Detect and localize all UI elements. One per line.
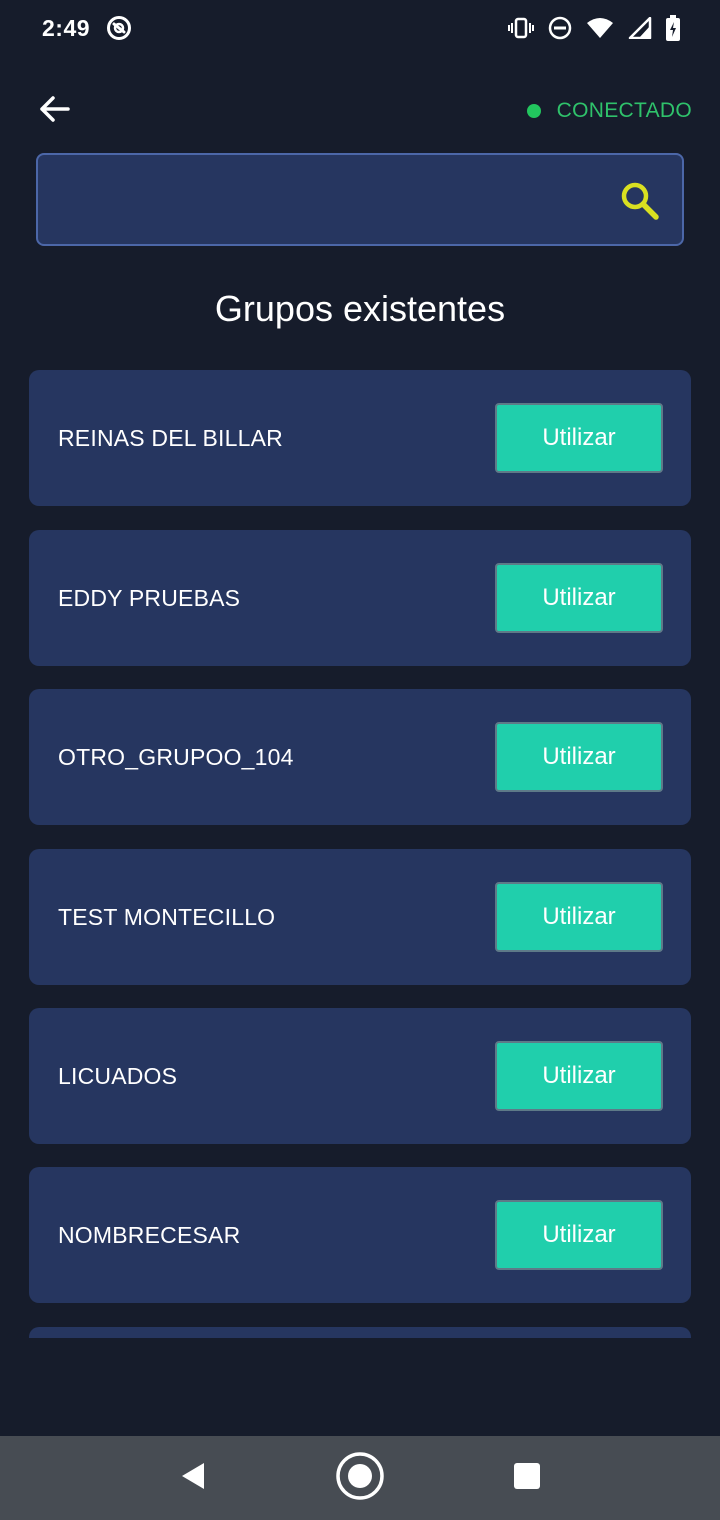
- at-sign-icon: [106, 15, 132, 41]
- do-not-disturb-icon: [548, 16, 572, 40]
- use-group-button[interactable]: Utilizar: [495, 1041, 663, 1111]
- group-name: NOMBRECESAR: [58, 1221, 241, 1248]
- list-item: LICUADOS Utilizar: [29, 1008, 691, 1144]
- nav-recents-button[interactable]: [497, 1448, 557, 1508]
- screen: 2:49 CONECTADO Grupos existentes REINAS …: [0, 0, 720, 1520]
- back-button[interactable]: [36, 93, 72, 129]
- cellular-signal-icon: [628, 17, 652, 39]
- list-item: TEST MONTECILLO Utilizar: [29, 849, 691, 985]
- triangle-back-icon: [179, 1461, 207, 1496]
- group-name: TEST MONTECILLO: [58, 903, 276, 930]
- wifi-icon: [586, 17, 614, 39]
- circle-home-icon: [335, 1451, 385, 1506]
- list-item: REINAS DEL BILLAR Utilizar: [29, 370, 691, 506]
- arrow-left-icon: [38, 95, 70, 128]
- list-item: OTRO_GRUPOO_104 Utilizar: [29, 689, 691, 825]
- group-list[interactable]: REINAS DEL BILLAR Utilizar EDDY PRUEBAS …: [29, 370, 691, 1338]
- connection-status-label: CONECTADO: [556, 99, 692, 122]
- list-item-partial: [29, 1327, 691, 1338]
- use-group-button[interactable]: Utilizar: [495, 403, 663, 473]
- group-name: OTRO_GRUPOO_104: [58, 743, 294, 770]
- top-bar: CONECTADO: [0, 80, 720, 142]
- list-item: NOMBRECESAR Utilizar: [29, 1167, 691, 1303]
- search-box: [36, 153, 684, 246]
- search-input[interactable]: [56, 155, 616, 244]
- battery-charging-icon: [666, 15, 680, 41]
- vibrate-icon: [508, 17, 534, 39]
- status-dot-icon: [526, 104, 541, 118]
- group-name: REINAS DEL BILLAR: [58, 424, 283, 451]
- nav-home-button[interactable]: [330, 1448, 390, 1508]
- page-title: Grupos existentes: [214, 288, 506, 329]
- group-name: EDDY PRUEBAS: [58, 584, 241, 611]
- system-nav-bar: [0, 1436, 720, 1520]
- square-recents-icon: [513, 1462, 541, 1495]
- use-group-button[interactable]: Utilizar: [495, 1200, 663, 1270]
- status-time: 2:49: [42, 14, 91, 41]
- search-icon[interactable]: [620, 181, 660, 221]
- list-item: EDDY PRUEBAS Utilizar: [29, 530, 691, 666]
- status-bar: 2:49: [0, 0, 720, 56]
- nav-back-button[interactable]: [163, 1448, 223, 1508]
- use-group-button[interactable]: Utilizar: [495, 882, 663, 952]
- connection-status: CONECTADO: [526, 99, 692, 123]
- group-name: LICUADOS: [58, 1062, 178, 1089]
- use-group-button[interactable]: Utilizar: [495, 722, 663, 792]
- use-group-button[interactable]: Utilizar: [495, 563, 663, 633]
